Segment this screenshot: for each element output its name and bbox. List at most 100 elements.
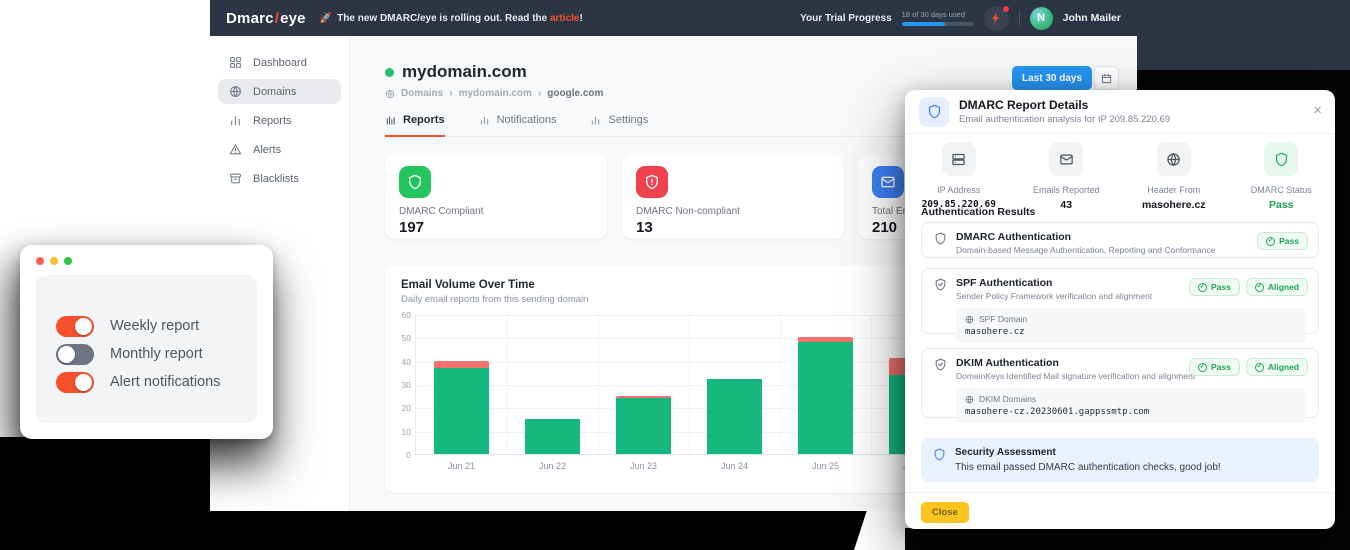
window-close-dot bbox=[36, 257, 44, 265]
sidebar-item-reports[interactable]: Reports bbox=[218, 108, 341, 133]
panel-label: SPF Domain bbox=[965, 314, 1297, 324]
spf-domain-panel: SPF Domain masohere.cz bbox=[956, 308, 1306, 343]
panel-value: masohere-cz.20230601.gappssmtp.com bbox=[965, 407, 1297, 417]
sidebar-item-alerts[interactable]: Alerts bbox=[218, 137, 341, 162]
sidebar-item-dashboard[interactable]: Dashboard bbox=[218, 50, 341, 75]
notification-dot bbox=[1003, 6, 1009, 12]
breadcrumb-mydomain[interactable]: mydomain.com bbox=[459, 88, 532, 99]
auth-card-subtitle: Domain-based Message Authentication, Rep… bbox=[956, 245, 1306, 255]
status-badge: ✓Aligned bbox=[1246, 278, 1308, 296]
tab-notifications[interactable]: Notifications bbox=[479, 114, 557, 137]
modal-stat-value: Pass bbox=[1269, 199, 1294, 211]
gridline bbox=[689, 315, 690, 454]
announcement-text: The new DMARC/eye is rolling out. Read t… bbox=[337, 13, 583, 24]
shield-icon bbox=[933, 448, 946, 473]
status-badge: ✓Aligned bbox=[1246, 358, 1308, 376]
chart-bar-noncompliant bbox=[434, 361, 489, 368]
auth-card-title: DMARC Authentication bbox=[956, 231, 1306, 243]
x-tick-label: Jun 25 bbox=[780, 461, 871, 471]
user-name[interactable]: John Mailer bbox=[1063, 12, 1121, 24]
globe-icon bbox=[385, 89, 395, 99]
alert-notifications-toggle[interactable] bbox=[56, 372, 94, 393]
sidebar-item-label: Reports bbox=[253, 115, 292, 127]
weekly-report-toggle[interactable] bbox=[56, 316, 94, 337]
modal-footer-divider bbox=[905, 492, 1335, 493]
spf-auth-card: SPF Authentication Sender Policy Framewo… bbox=[921, 268, 1319, 334]
modal-stat-ip: IP Address 209.85.220.69 bbox=[905, 142, 1013, 211]
chart-bar-noncompliant bbox=[616, 396, 671, 398]
stat-value: 197 bbox=[399, 219, 593, 236]
chart-plot: 0102030405060Jun 21Jun 22Jun 23Jun 24Jun… bbox=[415, 315, 961, 455]
close-icon[interactable]: × bbox=[1313, 103, 1322, 118]
check-icon: ✓ bbox=[1255, 363, 1264, 372]
breadcrumb-separator: › bbox=[538, 88, 541, 99]
brand-logo[interactable]: Dmarc/eye bbox=[226, 10, 306, 27]
artifact-under-modal bbox=[905, 528, 1350, 550]
security-assessment-box: Security Assessment This email passed DM… bbox=[921, 438, 1319, 482]
trial-progress-label: Your Trial Progress bbox=[800, 13, 892, 24]
avatar[interactable]: N bbox=[1030, 7, 1053, 30]
stat-label: DMARC Compliant bbox=[399, 206, 593, 217]
status-badge: ✓Pass bbox=[1257, 232, 1308, 250]
announcement-article-link[interactable]: article bbox=[550, 13, 579, 24]
window-traffic-lights bbox=[36, 257, 72, 265]
chart-bar-compliant bbox=[798, 342, 853, 454]
sidebar-item-blacklists[interactable]: Blacklists bbox=[218, 166, 341, 191]
modal-stat-value: 43 bbox=[1060, 199, 1072, 211]
toggle-label: Weekly report bbox=[110, 318, 199, 334]
x-tick-label: Jun 23 bbox=[598, 461, 689, 471]
shield-alert-icon bbox=[636, 166, 668, 198]
modal-stat-emails: Emails Reported 43 bbox=[1013, 142, 1121, 211]
shield-check-icon bbox=[934, 278, 947, 325]
modal-title: DMARC Report Details bbox=[959, 98, 1170, 112]
breadcrumb-current: google.com bbox=[547, 88, 603, 99]
sidebar-item-domains[interactable]: Domains bbox=[218, 79, 341, 104]
y-tick-label: 10 bbox=[386, 427, 411, 437]
bar-chart-icon bbox=[590, 115, 601, 126]
calendar-button[interactable] bbox=[1094, 66, 1119, 90]
close-button[interactable]: Close bbox=[921, 502, 969, 523]
stat-value: 13 bbox=[636, 219, 830, 236]
sidebar-item-label: Alerts bbox=[253, 144, 281, 156]
brand-right: eye bbox=[280, 10, 306, 27]
date-range-button[interactable]: Last 30 days bbox=[1012, 66, 1092, 90]
alert-triangle-icon bbox=[229, 143, 242, 156]
auth-card-body: DMARC Authentication Domain-based Messag… bbox=[956, 231, 1306, 249]
dmarc-auth-card: DMARC Authentication Domain-based Messag… bbox=[921, 222, 1319, 258]
canvas: Dmarc/eye 🚀 The new DMARC/eye is rolling… bbox=[0, 0, 1350, 550]
shield-icon bbox=[919, 97, 949, 127]
auth-results-heading: Authentication Results bbox=[921, 206, 1035, 218]
check-icon: ✓ bbox=[1198, 363, 1207, 372]
window-zoom-dot bbox=[64, 257, 72, 265]
tab-label: Notifications bbox=[497, 114, 557, 126]
navbar-divider bbox=[1019, 10, 1020, 26]
trial-progress-fill bbox=[902, 22, 945, 26]
chart-bar-compliant bbox=[525, 419, 580, 454]
assessment-title: Security Assessment bbox=[955, 447, 1221, 458]
tab-label: Settings bbox=[608, 114, 648, 126]
bar-chart-icon bbox=[385, 115, 396, 126]
toggle-panel: Weekly report Monthly report Alert notif… bbox=[36, 275, 257, 423]
tab-settings[interactable]: Settings bbox=[590, 114, 648, 137]
grid-icon bbox=[229, 56, 242, 69]
toggle-label: Alert notifications bbox=[110, 374, 220, 390]
stat-card-compliant: DMARC Compliant 197 bbox=[385, 155, 607, 239]
breadcrumb-separator: › bbox=[449, 88, 452, 99]
modal-stat-label: Emails Reported bbox=[1033, 185, 1100, 195]
modal-stats-row: IP Address 209.85.220.69 Emails Reported… bbox=[905, 142, 1335, 211]
bar-chart-icon bbox=[479, 115, 490, 126]
sidebar-item-label: Blacklists bbox=[253, 173, 299, 185]
breadcrumb-domains[interactable]: Domains bbox=[401, 88, 443, 99]
monthly-report-toggle[interactable] bbox=[56, 344, 94, 365]
notifications-button[interactable] bbox=[984, 6, 1009, 31]
sidebar-item-label: Dashboard bbox=[253, 57, 307, 69]
domain-title-text: mydomain.com bbox=[402, 62, 527, 82]
chart-bar-compliant bbox=[707, 379, 762, 454]
x-tick-label: Jun 22 bbox=[507, 461, 598, 471]
panel-value: masohere.cz bbox=[965, 327, 1297, 337]
gridline bbox=[507, 315, 508, 454]
modal-stat-label: DMARC Status bbox=[1251, 185, 1312, 195]
tab-reports[interactable]: Reports bbox=[385, 114, 445, 137]
y-tick-label: 50 bbox=[386, 333, 411, 343]
y-tick-label: 20 bbox=[386, 403, 411, 413]
